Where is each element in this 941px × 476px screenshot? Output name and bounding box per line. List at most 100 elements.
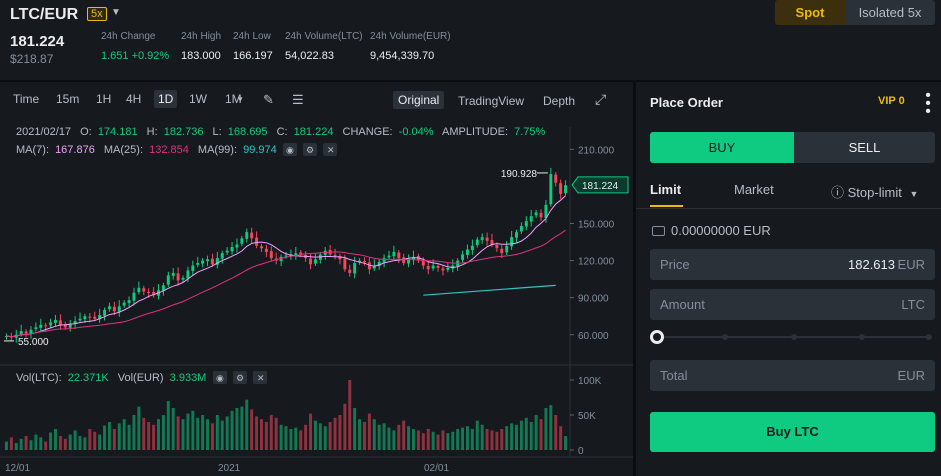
fullscreen-icon[interactable]: ⤢ xyxy=(595,91,606,108)
candle-body xyxy=(549,174,553,205)
buy-ltc-button[interactable]: Buy LTC xyxy=(650,412,935,452)
candle-body xyxy=(495,245,499,249)
candle-body xyxy=(171,272,175,276)
volume-bar xyxy=(88,429,92,450)
order-type-stop-limit-group[interactable]: ⓘ Stop-limit ▼ xyxy=(831,182,918,201)
timeframe-4h[interactable]: 4H xyxy=(126,92,141,106)
candle-body xyxy=(436,266,440,269)
svg-text:2021/02/17 O: 174.: 2021/02/17 O: 174.181 H: 182.736 L: 168.… xyxy=(16,126,545,138)
volume-bar xyxy=(333,417,337,450)
volume-bar xyxy=(461,427,465,450)
volume-bar xyxy=(367,413,371,450)
timeframe-time[interactable]: Time xyxy=(13,92,39,106)
stat-24h-low: 24h Low 166.197 xyxy=(233,31,273,62)
volume-bar xyxy=(377,424,381,450)
candle-body xyxy=(83,316,87,320)
view-tradingview[interactable]: TradingView xyxy=(458,94,524,108)
volume-bar xyxy=(127,424,131,450)
candle-body xyxy=(554,174,558,183)
volume-bar xyxy=(34,434,38,450)
legend-low-label: L: xyxy=(213,126,222,138)
pair-selector[interactable]: LTC/EUR xyxy=(10,6,78,24)
slider-stop-100[interactable] xyxy=(926,334,932,340)
candle-body xyxy=(505,245,509,253)
candle-body xyxy=(186,270,190,279)
volume-bar xyxy=(564,436,568,450)
stat-24h-volume-eur: 24h Volume(EUR) 9,454,339.70 xyxy=(370,31,451,62)
volume-bar xyxy=(362,422,366,450)
candlestick-chart[interactable]: 2021/02/17 O: 174.181 H: 182.736 L: 168.… xyxy=(0,112,633,476)
volume-bar xyxy=(539,419,543,450)
chevron-down-icon[interactable]: ▼ xyxy=(111,7,121,18)
total-field[interactable]: Total EUR xyxy=(650,360,935,391)
total-label: Total xyxy=(660,368,688,383)
ma99-value: 99.974 xyxy=(243,144,277,156)
candle-body xyxy=(44,325,48,327)
volume-bar xyxy=(470,429,474,450)
candle-body xyxy=(515,232,518,238)
price-input[interactable]: 182.613 xyxy=(848,249,895,280)
timeframe-15m[interactable]: 15m xyxy=(56,92,79,106)
candle-body xyxy=(294,253,298,255)
view-depth[interactable]: Depth xyxy=(543,94,575,108)
isolated-mode-tab[interactable]: Isolated 5x xyxy=(845,0,935,25)
volume-bar xyxy=(63,438,67,450)
chevron-down-icon[interactable]: ▾ xyxy=(238,94,243,105)
timeframe-1w[interactable]: 1W xyxy=(189,92,207,106)
slider-stop-75[interactable] xyxy=(859,334,865,340)
candle-body xyxy=(539,212,543,218)
volume-bar xyxy=(544,408,548,450)
order-type-stop-limit[interactable]: Stop-limit xyxy=(848,185,902,200)
volume-bar xyxy=(210,423,214,450)
amount-slider-knob[interactable] xyxy=(650,330,664,344)
balance-value: 0.00000000 EUR xyxy=(671,223,771,238)
settings-sliders-icon[interactable]: ☰ xyxy=(292,92,304,108)
volume-bar xyxy=(245,399,249,450)
order-type-market[interactable]: Market xyxy=(734,182,774,197)
candle-body xyxy=(220,253,224,259)
candle-body xyxy=(225,250,229,253)
volume-bar xyxy=(274,417,278,450)
spot-mode-tab[interactable]: Spot xyxy=(775,0,845,25)
stat-24h-change: 24h Change 1.651 +0.92% xyxy=(101,31,169,62)
candle-body xyxy=(269,251,273,259)
legend-date: 2021/02/17 xyxy=(16,126,71,138)
volume-bar xyxy=(161,415,165,450)
ma7-line xyxy=(6,195,566,338)
candle-body xyxy=(107,306,111,310)
time-tick-label: 2021 xyxy=(218,463,241,474)
volume-bar xyxy=(510,423,514,450)
candle-body xyxy=(461,254,465,260)
price-field[interactable]: Price 182.613 EUR xyxy=(650,249,935,280)
view-original[interactable]: Original xyxy=(393,91,445,109)
volume-bar xyxy=(39,437,43,450)
more-vertical-icon[interactable]: • • • xyxy=(924,88,932,120)
volume-bar xyxy=(19,438,23,450)
volume-bar xyxy=(147,422,151,450)
stat-label: 24h High xyxy=(181,31,222,42)
order-type-limit[interactable]: Limit xyxy=(650,182,681,197)
slider-stop-25[interactable] xyxy=(722,334,728,340)
slider-stop-50[interactable] xyxy=(791,334,797,340)
stat-value: 9,454,339.70 xyxy=(370,50,435,62)
candle-body xyxy=(39,324,43,328)
pencil-icon[interactable]: ✎ xyxy=(263,92,274,108)
candle-body xyxy=(78,318,82,321)
vip-badge[interactable]: VIP 0 xyxy=(878,95,905,107)
svg-text:Vol(LTC): 22.371K: Vol(LTC): 22.371K Vol(EUR) 3.933M xyxy=(16,372,206,384)
candle-body xyxy=(54,319,57,323)
volume-bar xyxy=(382,423,386,450)
candle-body xyxy=(500,248,504,254)
legend-close: 181.224 xyxy=(294,126,334,138)
amount-field[interactable]: Amount LTC xyxy=(650,289,935,320)
sell-tab[interactable]: SELL xyxy=(794,132,935,163)
timeframe-1h[interactable]: 1H xyxy=(96,92,111,106)
volume-bar xyxy=(559,426,563,450)
timeframe-1d[interactable]: 1D xyxy=(154,90,178,108)
candle-body xyxy=(559,183,563,194)
volume-bar xyxy=(186,413,190,450)
candle-body xyxy=(309,258,312,265)
buy-tab[interactable]: BUY xyxy=(650,132,794,163)
candle-body xyxy=(147,291,151,293)
volume-bar xyxy=(328,422,332,450)
